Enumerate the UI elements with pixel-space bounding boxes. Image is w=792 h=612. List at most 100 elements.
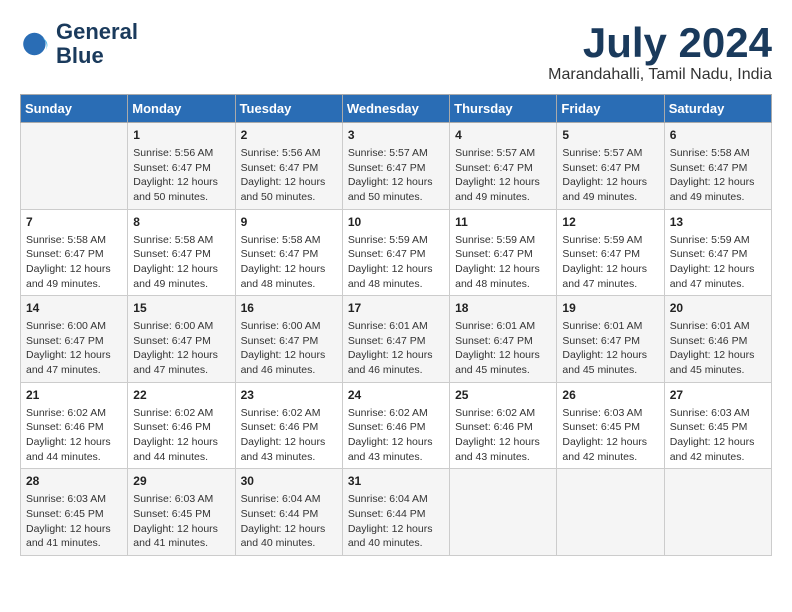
calendar-week-row: 1Sunrise: 5:56 AMSunset: 6:47 PMDaylight…: [21, 123, 772, 210]
page-header: General Blue July 2024 Marandahalli, Tam…: [20, 20, 772, 84]
calendar-cell: 20 Sunrise: 6:01 AMSunset: 6:46 PMDayligh…: [664, 296, 771, 383]
weekday-header-row: SundayMondayTuesdayWednesdayThursdayFrid…: [21, 95, 772, 123]
calendar-cell: 19Sunrise: 6:01 AMSunset: 6:47 PMDayligh…: [557, 296, 664, 383]
calendar-cell: 1Sunrise: 5:56 AMSunset: 6:47 PMDaylight…: [128, 123, 235, 210]
day-number: 21: [26, 387, 122, 404]
calendar-cell: 26Sunrise: 6:03 AMSunset: 6:45 PMDayligh…: [557, 382, 664, 469]
day-number: 31: [348, 473, 444, 490]
day-info: Sunrise: 6:00 AMSunset: 6:47 PMDaylight:…: [133, 319, 229, 378]
day-info: Sunrise: 5:58 AMSunset: 6:47 PMDaylight:…: [241, 233, 337, 292]
month-title: July 2024: [548, 20, 772, 66]
day-number: 2: [241, 127, 337, 144]
day-info: Sunrise: 6:02 AMSunset: 6:46 PMDaylight:…: [348, 406, 444, 465]
calendar-cell: 16 Sunrise: 6:00 AMSunset: 6:47 PMDayligh…: [235, 296, 342, 383]
day-number: 18: [455, 300, 551, 317]
calendar-cell: [450, 469, 557, 556]
day-info: Sunrise: 6:01 AMSunset: 6:47 PMDaylight:…: [348, 319, 444, 378]
day-info: Sunrise: 5:56 AMSunset: 6:47 PMDaylight:…: [241, 146, 337, 205]
day-info: Sunrise: 5:58 AMSunset: 6:47 PMDaylight:…: [133, 233, 229, 292]
calendar-week-row: 7 Sunrise: 5:58 AMSunset: 6:47 PMDaylight…: [21, 209, 772, 296]
day-info: Sunrise: 5:59 AMSunset: 6:47 PMDaylight:…: [455, 233, 551, 292]
day-number: 22: [133, 387, 229, 404]
day-info: Sunrise: 6:02 AMSunset: 6:46 PMDaylight:…: [241, 406, 337, 465]
day-number: 7: [26, 214, 122, 231]
weekday-header: Tuesday: [235, 95, 342, 123]
title-block: July 2024 Marandahalli, Tamil Nadu, Indi…: [548, 20, 772, 84]
weekday-header: Thursday: [450, 95, 557, 123]
calendar-cell: 29 Sunrise: 6:03 AMSunset: 6:45 PMDayligh…: [128, 469, 235, 556]
day-number: 29: [133, 473, 229, 490]
day-info: Sunrise: 6:01 AMSunset: 6:47 PMDaylight:…: [562, 319, 658, 378]
day-number: 3: [348, 127, 444, 144]
weekday-header: Saturday: [664, 95, 771, 123]
day-info: Sunrise: 6:00 AMSunset: 6:47 PMDaylight:…: [241, 319, 337, 378]
weekday-header: Wednesday: [342, 95, 449, 123]
logo-text: General Blue: [56, 20, 138, 68]
day-number: 24: [348, 387, 444, 404]
calendar-cell: 15 Sunrise: 6:00 AMSunset: 6:47 PMDayligh…: [128, 296, 235, 383]
day-number: 14: [26, 300, 122, 317]
logo: General Blue: [20, 20, 138, 68]
calendar-cell: 23 Sunrise: 6:02 AMSunset: 6:46 PMDayligh…: [235, 382, 342, 469]
calendar-cell: 3 Sunrise: 5:57 AMSunset: 6:47 PMDaylight…: [342, 123, 449, 210]
day-info: Sunrise: 6:03 AMSunset: 6:45 PMDaylight:…: [670, 406, 766, 465]
day-number: 30: [241, 473, 337, 490]
day-number: 10: [348, 214, 444, 231]
calendar-cell: 7Sunrise: 5:58 AMSunset: 6:47 PMDaylight…: [21, 209, 128, 296]
day-info: Sunrise: 5:58 AMSunset: 6:47 PMDaylight:…: [670, 146, 766, 205]
day-number: 5: [562, 127, 658, 144]
day-info: Sunrise: 5:59 AMSunset: 6:47 PMDaylight:…: [670, 233, 766, 292]
logo-icon: [20, 28, 52, 60]
day-number: 6: [670, 127, 766, 144]
day-info: Sunrise: 6:00 AMSunset: 6:47 PMDaylight:…: [26, 319, 122, 378]
day-info: Sunrise: 6:02 AMSunset: 6:46 PMDaylight:…: [455, 406, 551, 465]
day-info: Sunrise: 5:59 AMSunset: 6:47 PMDaylight:…: [562, 233, 658, 292]
calendar-cell: 17 Sunrise: 6:01 AMSunset: 6:47 PMDayligh…: [342, 296, 449, 383]
day-number: 28: [26, 473, 122, 490]
day-info: Sunrise: 6:02 AMSunset: 6:46 PMDaylight:…: [26, 406, 122, 465]
calendar-cell: 6 Sunrise: 5:58 AMSunset: 6:47 PMDaylight…: [664, 123, 771, 210]
calendar-week-row: 14 Sunrise: 6:00 AMSunset: 6:47 PMDayligh…: [21, 296, 772, 383]
calendar-cell: 12 Sunrise: 5:59 AMSunset: 6:47 PMDayligh…: [557, 209, 664, 296]
day-info: Sunrise: 5:57 AMSunset: 6:47 PMDaylight:…: [348, 146, 444, 205]
location: Marandahalli, Tamil Nadu, India: [548, 66, 772, 84]
day-number: 12: [562, 214, 658, 231]
day-number: 4: [455, 127, 551, 144]
weekday-header: Sunday: [21, 95, 128, 123]
calendar-table: SundayMondayTuesdayWednesdayThursdayFrid…: [20, 94, 772, 556]
calendar-cell: 4Sunrise: 5:57 AMSunset: 6:47 PMDaylight…: [450, 123, 557, 210]
calendar-cell: 11Sunrise: 5:59 AMSunset: 6:47 PMDayligh…: [450, 209, 557, 296]
day-info: Sunrise: 6:03 AMSunset: 6:45 PMDaylight:…: [26, 492, 122, 551]
day-number: 27: [670, 387, 766, 404]
calendar-cell: 8 Sunrise: 5:58 AMSunset: 6:47 PMDaylight…: [128, 209, 235, 296]
day-number: 8: [133, 214, 229, 231]
calendar-cell: 28 Sunrise: 6:03 AMSunset: 6:45 PMDayligh…: [21, 469, 128, 556]
day-info: Sunrise: 6:04 AMSunset: 6:44 PMDaylight:…: [348, 492, 444, 551]
day-number: 17: [348, 300, 444, 317]
calendar-cell: [21, 123, 128, 210]
calendar-cell: 31 Sunrise: 6:04 AMSunset: 6:44 PMDayligh…: [342, 469, 449, 556]
calendar-cell: 25Sunrise: 6:02 AMSunset: 6:46 PMDayligh…: [450, 382, 557, 469]
weekday-header: Monday: [128, 95, 235, 123]
day-number: 23: [241, 387, 337, 404]
calendar-cell: 22 Sunrise: 6:02 AMSunset: 6:46 PMDayligh…: [128, 382, 235, 469]
calendar-week-row: 21 Sunrise: 6:02 AMSunset: 6:46 PMDayligh…: [21, 382, 772, 469]
calendar-cell: [557, 469, 664, 556]
calendar-cell: 27 Sunrise: 6:03 AMSunset: 6:45 PMDayligh…: [664, 382, 771, 469]
day-info: Sunrise: 5:56 AMSunset: 6:47 PMDaylight:…: [133, 146, 229, 205]
calendar-cell: 21 Sunrise: 6:02 AMSunset: 6:46 PMDayligh…: [21, 382, 128, 469]
day-number: 15: [133, 300, 229, 317]
day-info: Sunrise: 6:01 AMSunset: 6:47 PMDaylight:…: [455, 319, 551, 378]
calendar-cell: 10 Sunrise: 5:59 AMSunset: 6:47 PMDayligh…: [342, 209, 449, 296]
day-info: Sunrise: 6:02 AMSunset: 6:46 PMDaylight:…: [133, 406, 229, 465]
day-info: Sunrise: 5:59 AMSunset: 6:47 PMDaylight:…: [348, 233, 444, 292]
day-number: 13: [670, 214, 766, 231]
calendar-cell: 2 Sunrise: 5:56 AMSunset: 6:47 PMDaylight…: [235, 123, 342, 210]
day-info: Sunrise: 6:01 AMSunset: 6:46 PMDaylight:…: [670, 319, 766, 378]
day-info: Sunrise: 6:04 AMSunset: 6:44 PMDaylight:…: [241, 492, 337, 551]
day-info: Sunrise: 6:03 AMSunset: 6:45 PMDaylight:…: [133, 492, 229, 551]
calendar-cell: 13 Sunrise: 5:59 AMSunset: 6:47 PMDayligh…: [664, 209, 771, 296]
day-number: 16: [241, 300, 337, 317]
calendar-cell: 24 Sunrise: 6:02 AMSunset: 6:46 PMDayligh…: [342, 382, 449, 469]
day-number: 20: [670, 300, 766, 317]
